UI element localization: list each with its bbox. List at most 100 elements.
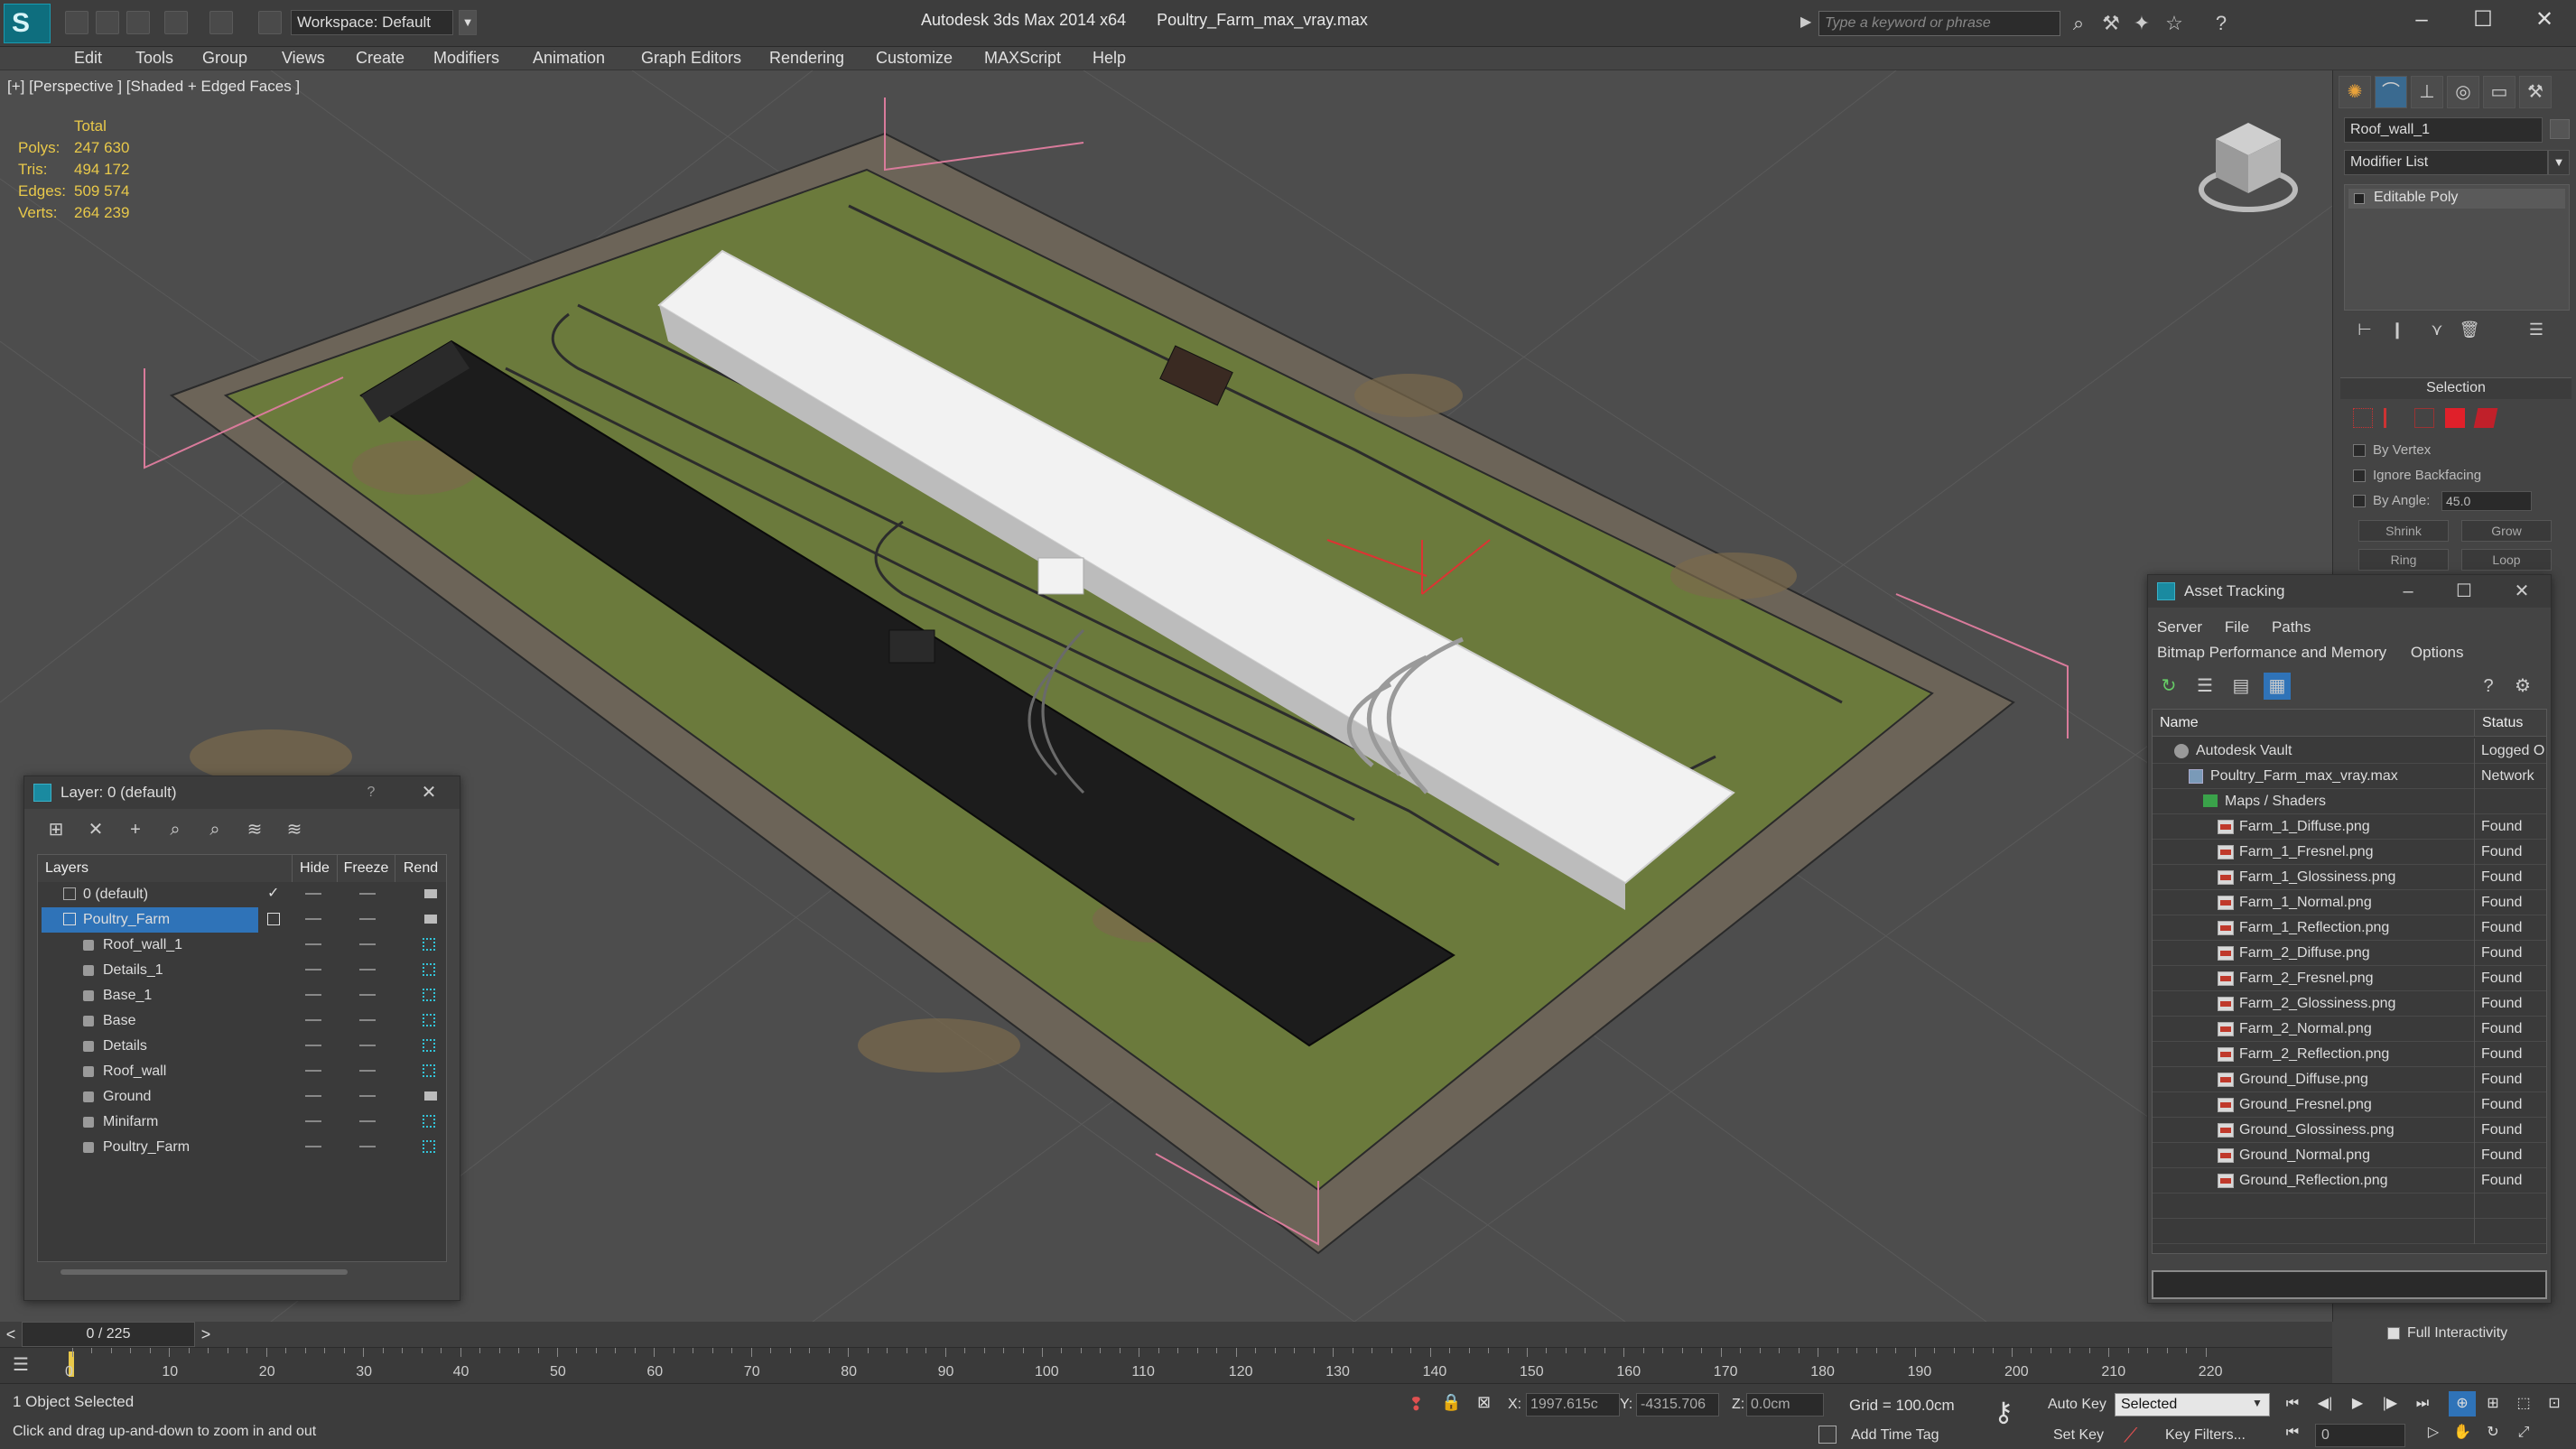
workspace-dropdown[interactable]: Workspace: Default <box>291 10 453 35</box>
object-row[interactable]: Ground <box>38 1084 446 1110</box>
ignore-backfacing-checkbox[interactable]: Ignore Backfacing <box>2353 468 2481 483</box>
object-row[interactable]: Base_1 <box>38 983 446 1008</box>
set-key-button[interactable]: Set Key <box>2053 1427 2104 1444</box>
new-file-icon[interactable] <box>65 11 88 34</box>
asset-row[interactable]: Farm_2_Normal.png Found <box>2153 1017 2546 1042</box>
render-toggle-icon[interactable] <box>424 889 437 898</box>
asset-row[interactable]: Ground_Diffuse.png Found <box>2153 1067 2546 1092</box>
column-render[interactable]: Rend <box>395 855 446 882</box>
stack-bulb-icon[interactable] <box>2354 193 2365 204</box>
selection-lock-icon[interactable]: 🔒 <box>1441 1393 1461 1415</box>
help-icon[interactable]: ? <box>2210 13 2232 34</box>
menu-options[interactable]: Options <box>2411 644 2464 661</box>
stack-item-editable-poly[interactable]: Editable Poly <box>2348 189 2565 209</box>
next-frame-button[interactable]: > <box>195 1322 217 1347</box>
x-coordinate-field[interactable]: 1997.615c <box>1526 1393 1620 1416</box>
key-mode-icon[interactable]: ⏮ <box>2279 1420 2306 1445</box>
by-angle-checkbox[interactable]: By Angle: <box>2353 493 2430 508</box>
hide-toggle[interactable] <box>305 943 321 945</box>
chevron-down-icon[interactable]: ▼ <box>459 10 477 35</box>
app-logo-button[interactable]: S <box>4 4 51 43</box>
menu-server[interactable]: Server <box>2157 618 2202 636</box>
track-bar[interactable]: ☰ 0 10 20 30 40 50 60 70 80 90 100 110 120 130 140 150 1… <box>0 1347 2332 1383</box>
object-row[interactable]: Details_1 <box>38 958 446 983</box>
object-row[interactable]: Minifarm <box>38 1110 446 1135</box>
time-tag-icon[interactable] <box>1818 1426 1837 1444</box>
angle-spinner[interactable]: 45.0 <box>2441 491 2532 511</box>
viewport-label[interactable]: [+] [Perspective ] [Shaded + Edged Faces… <box>7 78 300 96</box>
column-status[interactable]: Status <box>2474 710 2546 737</box>
freeze-toggle[interactable] <box>359 943 376 945</box>
menu-group[interactable]: Group <box>202 49 247 68</box>
hide-toggle[interactable] <box>305 918 321 920</box>
edge-subobject-icon[interactable] <box>2384 408 2404 428</box>
layer-row-default[interactable]: 0 (default) ✓ <box>38 882 446 907</box>
hide-toggle[interactable] <box>305 1070 321 1072</box>
freeze-toggle[interactable] <box>359 918 376 920</box>
maximize-button[interactable]: ☐ <box>2446 579 2482 604</box>
close-asset-window-button[interactable]: ✕ <box>2504 579 2540 604</box>
table-view-icon[interactable]: ▦ <box>2264 673 2291 700</box>
zoom-extents-icon[interactable]: ⬚ <box>2510 1391 2537 1416</box>
absolute-mode-icon[interactable]: ⊠ <box>1477 1393 1495 1415</box>
subscription-icon[interactable]: ⚒ <box>2100 13 2122 34</box>
object-row[interactable]: Poultry_Farm <box>38 1135 446 1160</box>
column-name[interactable]: Name <box>2153 710 2474 737</box>
delete-layer-icon[interactable]: ✕ <box>82 816 109 843</box>
freeze-toggle[interactable] <box>359 1120 376 1122</box>
freeze-toggle[interactable] <box>359 994 376 996</box>
zoom-icon[interactable]: ⊕ <box>2449 1391 2476 1416</box>
asset-row[interactable]: Ground_Normal.png Found <box>2153 1143 2546 1168</box>
menu-views[interactable]: Views <box>282 49 325 68</box>
set-key-icon[interactable]: ⚷ <box>1994 1397 2030 1433</box>
time-slider-track[interactable] <box>0 1322 2332 1347</box>
menu-graph-editors[interactable]: Graph Editors <box>641 49 741 68</box>
asset-row[interactable]: Farm_1_Normal.png Found <box>2153 890 2546 915</box>
key-filters-button[interactable]: Key Filters... <box>2165 1427 2246 1444</box>
asset-row[interactable]: Farm_1_Glossiness.png Found <box>2153 865 2546 890</box>
minimize-button[interactable]: – <box>2393 4 2450 36</box>
hide-toggle[interactable] <box>305 969 321 971</box>
menu-edit[interactable]: Edit <box>74 49 102 68</box>
hide-toggle[interactable] <box>305 1146 321 1147</box>
go-to-start-icon[interactable]: ⏮ <box>2279 1391 2306 1416</box>
viewcube-icon[interactable] <box>2194 107 2302 224</box>
display-tab-icon[interactable]: ▭ <box>2483 76 2516 108</box>
search-expand-icon[interactable]: ▶ <box>1800 13 1815 34</box>
y-coordinate-field[interactable]: -4315.706 <box>1636 1393 1719 1416</box>
by-vertex-checkbox[interactable]: By Vertex <box>2353 442 2431 458</box>
zoom-all-icon[interactable]: ⊞ <box>2479 1391 2506 1416</box>
chevron-down-icon[interactable]: ▼ <box>2548 150 2570 175</box>
asset-row[interactable]: Farm_2_Fresnel.png Found <box>2153 966 2546 991</box>
settings-icon[interactable]: ⚙ <box>2509 673 2536 700</box>
render-toggle-icon[interactable] <box>424 915 437 924</box>
z-coordinate-field[interactable]: 0.0cm <box>1746 1393 1824 1416</box>
menu-file[interactable]: File <box>2225 618 2249 636</box>
menu-animation[interactable]: Animation <box>533 49 605 68</box>
maximize-viewport-icon[interactable]: ⤢ <box>2510 1420 2537 1445</box>
freeze-toggle[interactable] <box>359 1146 376 1147</box>
column-hide[interactable]: Hide <box>293 855 338 882</box>
border-subobject-icon[interactable] <box>2414 408 2434 428</box>
menu-tools[interactable]: Tools <box>135 49 173 68</box>
freeze-all-icon[interactable]: ≋ <box>281 816 308 843</box>
isolate-pin-icon[interactable]: ❢ <box>1409 1393 1427 1415</box>
project-folder-icon[interactable] <box>258 11 282 34</box>
time-slider[interactable]: 0 / 225 <box>22 1322 195 1347</box>
element-subobject-icon[interactable] <box>2473 408 2498 428</box>
object-row[interactable]: Base <box>38 1008 446 1034</box>
current-layer-box[interactable] <box>267 913 280 925</box>
menu-maxscript[interactable]: MAXScript <box>984 49 1061 68</box>
menu-create[interactable]: Create <box>356 49 405 68</box>
asset-path-input[interactable] <box>2152 1270 2547 1299</box>
vertex-subobject-icon[interactable] <box>2353 408 2373 428</box>
freeze-toggle[interactable] <box>359 1095 376 1097</box>
tree-view-icon[interactable]: ▤ <box>2227 673 2255 700</box>
asset-row[interactable]: Farm_1_Diffuse.png Found <box>2153 814 2546 840</box>
favorites-star-icon[interactable]: ☆ <box>2163 13 2185 34</box>
menu-paths[interactable]: Paths <box>2272 618 2311 636</box>
go-to-end-icon[interactable]: ⏭ <box>2409 1391 2436 1416</box>
create-layer-icon[interactable]: ⊞ <box>42 816 70 843</box>
current-frame-field[interactable]: 0 <box>2315 1424 2405 1447</box>
hide-all-icon[interactable]: ≋ <box>241 816 268 843</box>
